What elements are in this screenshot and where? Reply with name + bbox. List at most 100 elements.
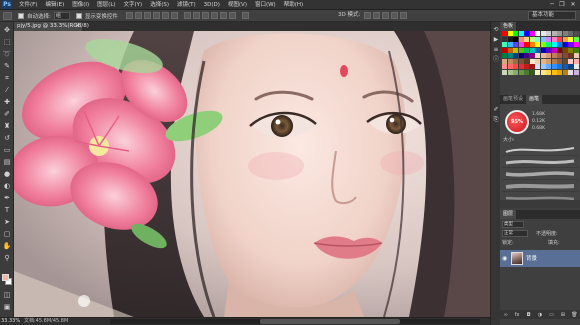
color-swatch[interactable] <box>562 69 568 75</box>
menu-layer[interactable]: 图层(L) <box>93 0 119 10</box>
color-swatch[interactable] <box>524 69 529 75</box>
color-swatch[interactable] <box>540 69 546 75</box>
color-swatch[interactable] <box>546 69 551 75</box>
marquee-icon[interactable]: ⬚ <box>2 37 12 47</box>
color-swatch[interactable] <box>557 47 562 53</box>
color-swatch[interactable] <box>502 64 507 69</box>
color-swatch[interactable] <box>540 31 546 36</box>
menu-filter[interactable]: 滤镜(T) <box>173 0 200 10</box>
color-swatch[interactable] <box>502 36 507 42</box>
color-swatch[interactable] <box>518 53 524 58</box>
blur-icon[interactable]: ● <box>2 169 12 179</box>
menu-type[interactable]: 文字(Y) <box>120 0 147 10</box>
menu-edit[interactable]: 编辑(E) <box>41 0 68 10</box>
color-swatch[interactable] <box>540 42 546 47</box>
color-swatch[interactable] <box>524 31 529 36</box>
color-swatch[interactable] <box>573 36 579 42</box>
crop-icon[interactable]: ⌗ <box>2 73 12 83</box>
eye-icon[interactable]: ◉ <box>502 255 507 262</box>
minimize-button[interactable]: ─ <box>548 1 556 8</box>
zoom-icon[interactable]: ⚲ <box>2 253 12 263</box>
color-swatch[interactable] <box>551 31 557 36</box>
color-swatch[interactable] <box>524 36 529 42</box>
quick-select-icon[interactable]: ✎ <box>2 61 12 71</box>
color-swatch[interactable] <box>518 31 524 36</box>
actions-panel-icon[interactable]: ▶ <box>492 36 500 44</box>
color-swatch[interactable] <box>573 47 579 53</box>
color-swatch[interactable] <box>562 31 568 36</box>
color-swatch[interactable] <box>540 64 546 69</box>
auto-align-icon[interactable] <box>241 12 249 19</box>
clone-source-icon[interactable]: ⎘ <box>492 116 500 124</box>
color-swatch[interactable] <box>568 36 573 42</box>
eraser-icon[interactable]: ▭ <box>2 145 12 155</box>
color-swatch[interactable] <box>529 53 535 58</box>
tab-layers[interactable]: 图层 <box>500 210 517 219</box>
color-swatch[interactable] <box>524 42 529 47</box>
screen-mode-icon[interactable]: ▣ <box>2 302 12 312</box>
rotate-3d-icon[interactable] <box>364 12 371 19</box>
color-swatch[interactable] <box>540 36 546 42</box>
color-swatch[interactable] <box>568 31 573 36</box>
brush-panel-icon[interactable]: ✐ <box>492 106 500 114</box>
color-swatch[interactable] <box>535 64 540 69</box>
color-swatch[interactable] <box>546 42 551 47</box>
document-tab[interactable]: pjy/5.jpg @ 33.3%(RGB/8) × <box>14 22 89 31</box>
align-vcenter-icon[interactable] <box>134 12 142 19</box>
path-select-icon[interactable]: ➤ <box>2 217 12 227</box>
distribute-bottom-icon[interactable] <box>201 12 209 19</box>
color-swatch[interactable] <box>507 42 513 47</box>
healing-icon[interactable]: ✚ <box>2 97 12 107</box>
color-swatch[interactable] <box>551 58 557 64</box>
history-brush-icon[interactable]: ↺ <box>2 133 12 143</box>
color-swatch[interactable] <box>568 53 573 58</box>
color-swatch[interactable] <box>557 53 562 58</box>
color-swatch[interactable] <box>502 53 507 58</box>
color-swatch[interactable] <box>502 31 507 36</box>
color-swatch[interactable] <box>551 69 557 75</box>
color-swatch[interactable] <box>546 31 551 36</box>
color-swatch[interactable] <box>507 69 513 75</box>
lasso-icon[interactable]: ➰ <box>2 49 12 59</box>
color-swatch[interactable] <box>573 53 579 58</box>
color-swatch[interactable] <box>551 53 557 58</box>
color-swatch[interactable] <box>518 58 524 64</box>
color-swatch[interactable] <box>573 69 579 75</box>
slide-3d-icon[interactable] <box>391 12 398 19</box>
color-swatch[interactable] <box>551 64 557 69</box>
color-swatch[interactable] <box>557 31 562 36</box>
color-swatch[interactable] <box>562 58 568 64</box>
trash-icon[interactable]: 🗑 <box>571 312 577 318</box>
eyedropper-icon[interactable]: ⁄ <box>2 85 12 95</box>
color-swatch[interactable] <box>562 53 568 58</box>
color-swatch[interactable] <box>507 53 513 58</box>
color-swatch[interactable] <box>513 69 518 75</box>
color-swatch[interactable] <box>535 36 540 42</box>
properties-panel-icon[interactable]: ≡ <box>492 46 500 54</box>
distribute-left-icon[interactable] <box>210 12 218 19</box>
info-panel-icon[interactable]: ⓘ <box>492 56 500 64</box>
color-swatch[interactable] <box>513 36 518 42</box>
brush-stroke-preset[interactable] <box>502 144 578 156</box>
color-swatch[interactable] <box>502 47 507 53</box>
brush-stroke-preset[interactable] <box>502 180 578 192</box>
link-icon[interactable]: ∞ <box>503 312 509 318</box>
brush-tip-preview[interactable]: 95% <box>505 110 529 134</box>
shape-icon[interactable]: ▢ <box>2 229 12 239</box>
gradient-icon[interactable]: ▤ <box>2 157 12 167</box>
color-swatch[interactable] <box>535 58 540 64</box>
color-swatch[interactable] <box>524 58 529 64</box>
tab-swatches[interactable]: 色板 <box>500 22 517 31</box>
color-swatch[interactable] <box>546 64 551 69</box>
color-swatch[interactable] <box>573 31 579 36</box>
distribute-top-icon[interactable] <box>183 12 191 19</box>
align-right-icon[interactable] <box>170 12 178 19</box>
color-swatch[interactable] <box>529 47 535 53</box>
pen-icon[interactable]: ✒ <box>2 193 12 203</box>
close-window-button[interactable]: ✕ <box>569 1 577 8</box>
quick-mask-icon[interactable]: ◫ <box>2 290 12 300</box>
color-swatch[interactable] <box>540 47 546 53</box>
dodge-icon[interactable]: ◐ <box>2 181 12 191</box>
color-swatch[interactable] <box>513 58 518 64</box>
color-swatch[interactable] <box>551 47 557 53</box>
